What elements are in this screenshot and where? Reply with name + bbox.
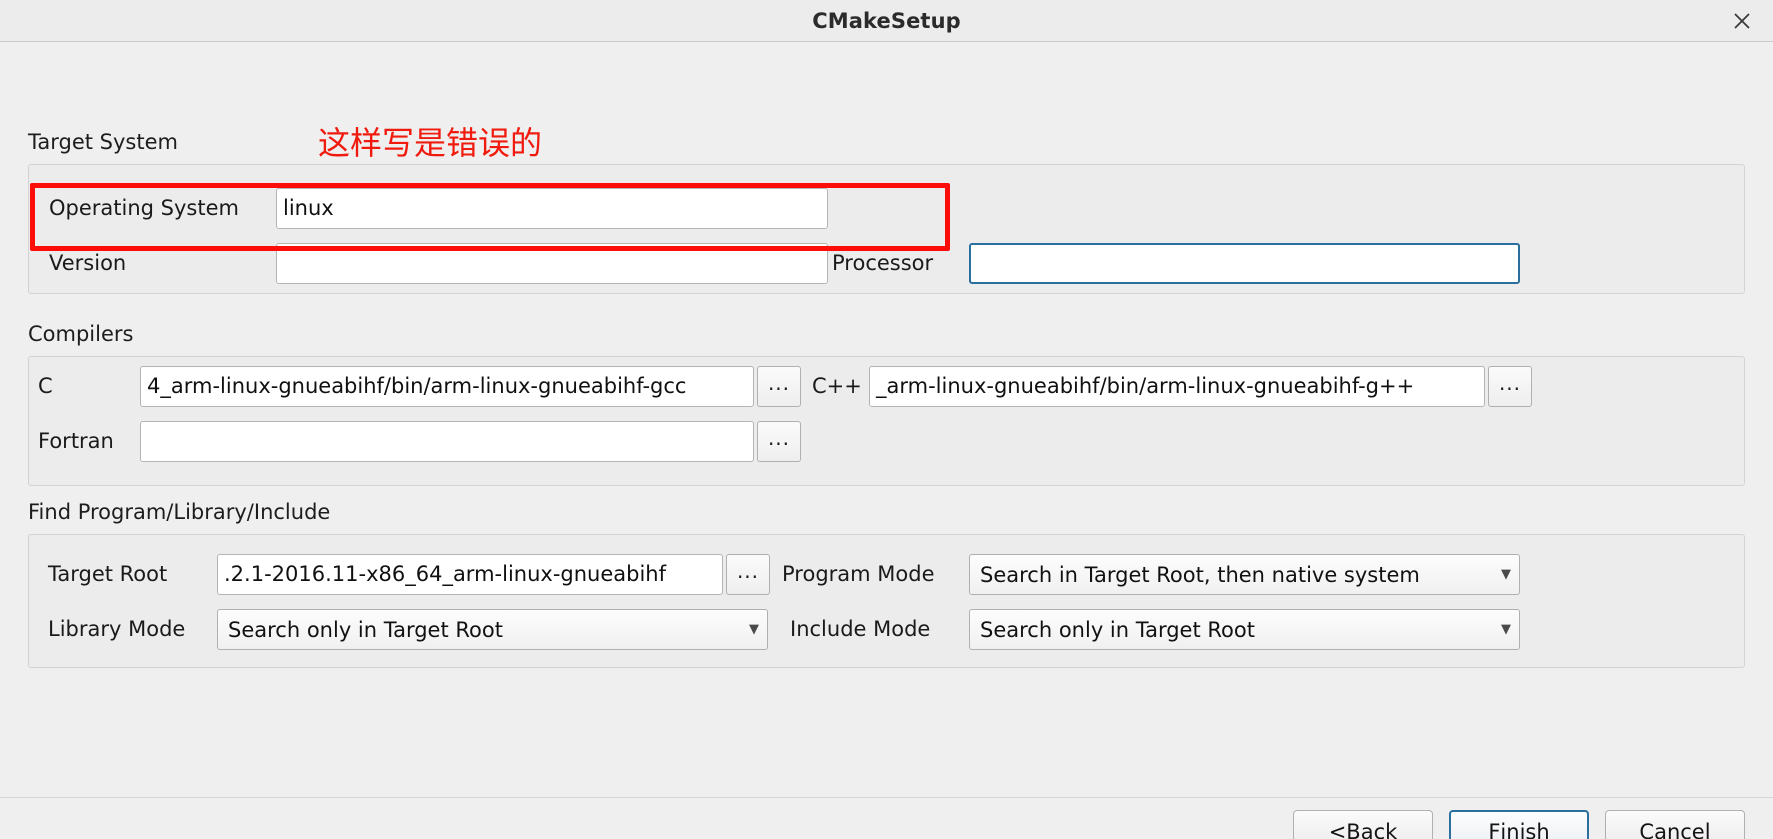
program-mode-label: Program Mode [782,562,935,586]
back-button-prefix: < [1328,819,1347,839]
c-compiler-input[interactable]: 4_arm-linux-gnueabihf/bin/arm-linux-gnue… [140,366,754,407]
footer-divider [0,797,1773,798]
program-mode-select[interactable]: Search in Target Root, then native syste… [969,554,1520,595]
cpp-compiler-label: C++ [812,374,862,398]
window-title: CMakeSetup [812,8,961,33]
dialog-content: Target System 这样写是错误的 Operating System l… [0,42,1773,839]
compilers-group-label: Compilers [28,322,134,346]
dialog-button-bar: < Back Finish Cancel [1293,810,1745,839]
target-root-browse-button[interactable]: ... [726,554,770,595]
fortran-compiler-input[interactable] [140,421,754,462]
close-icon[interactable] [1725,4,1759,38]
processor-label: Processor [832,251,934,275]
finish-button[interactable]: Finish [1449,810,1589,839]
library-mode-label: Library Mode [48,617,186,641]
cpp-compiler-browse-button[interactable]: ... [1488,366,1532,407]
library-mode-value: Search only in Target Root [228,617,503,642]
program-mode-value: Search in Target Root, then native syste… [980,562,1420,587]
title-bar: CMakeSetup [0,0,1773,42]
target-system-group-label: Target System [28,130,178,154]
chevron-down-icon: ▼ [1501,567,1511,582]
include-mode-select[interactable]: Search only in Target Root ▼ [969,609,1520,650]
annotation-text: 这样写是错误的 [318,124,543,162]
processor-input[interactable] [969,243,1520,284]
cpp-compiler-input[interactable]: _arm-linux-gnueabihf/bin/arm-linux-gnuea… [869,366,1485,407]
include-mode-value: Search only in Target Root [980,617,1255,642]
operating-system-label: Operating System [49,196,239,220]
c-compiler-browse-button[interactable]: ... [757,366,801,407]
target-root-input[interactable]: .2.1-2016.11-x86_64_arm-linux-gnueabihf [217,554,723,595]
find-group-label: Find Program/Library/Include [28,500,331,524]
chevron-down-icon: ▼ [1501,622,1511,637]
c-compiler-label: C [38,374,53,398]
fortran-compiler-browse-button[interactable]: ... [757,421,801,462]
library-mode-select[interactable]: Search only in Target Root ▼ [217,609,768,650]
chevron-down-icon: ▼ [749,622,759,637]
back-button-mnemonic: B [1346,819,1361,839]
back-button[interactable]: < Back [1293,810,1433,839]
finish-button-mnemonic: F [1488,819,1501,839]
cancel-button[interactable]: Cancel [1605,810,1745,839]
version-input[interactable] [276,243,828,284]
target-root-label: Target Root [48,562,168,586]
include-mode-label: Include Mode [790,617,931,641]
version-label: Version [49,251,127,275]
fortran-compiler-label: Fortran [38,429,114,453]
finish-button-rest: inish [1500,819,1550,839]
back-button-rest: ack [1360,819,1398,839]
operating-system-input[interactable]: linux [276,188,828,229]
